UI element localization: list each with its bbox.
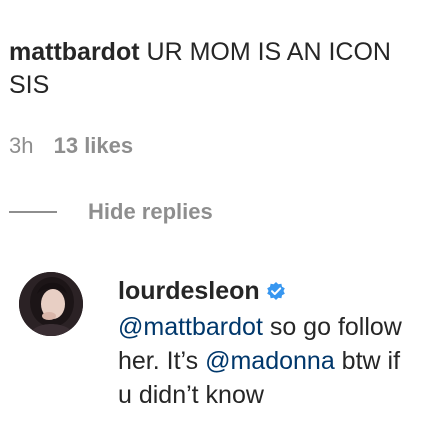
reply-text-c: btw if — [334, 347, 401, 375]
reply-header: lourdesleon — [118, 274, 430, 310]
reply-text-a: so go follow — [262, 313, 402, 341]
reply: lourdesleon @mattbardot so go follow her… — [118, 274, 430, 412]
mention-mattbardot[interactable]: @mattbardot — [118, 313, 263, 341]
comment-meta: 3h 13 likes — [9, 133, 133, 159]
hide-replies-label: Hide replies — [88, 199, 213, 224]
comment-text-line1: UR MOM IS AN ICON — [146, 38, 391, 66]
mention-madonna[interactable]: @madonna — [205, 347, 335, 375]
comment-text-line2: SIS — [9, 71, 50, 99]
avatar-image — [19, 272, 83, 336]
reply-line3: u didn’t know — [118, 381, 264, 409]
reply-username[interactable]: lourdesleon — [118, 277, 260, 305]
verified-badge-icon — [266, 276, 286, 310]
comment-timestamp: 3h — [9, 133, 34, 158]
avatar[interactable] — [19, 272, 83, 336]
reply-text-b: her. It’s — [118, 347, 206, 375]
comment-likes[interactable]: 13 likes — [54, 133, 134, 158]
hide-replies-button[interactable]: Hide replies — [9, 199, 213, 225]
comment: mattbardot UR MOM IS AN ICON SIS — [9, 36, 430, 102]
reply-line2: her. It’s @madonna btw if — [118, 344, 430, 378]
reply-line1: @mattbardot so go follow — [118, 310, 430, 344]
replies-divider — [9, 211, 57, 213]
comment-username[interactable]: mattbardot — [9, 38, 140, 66]
